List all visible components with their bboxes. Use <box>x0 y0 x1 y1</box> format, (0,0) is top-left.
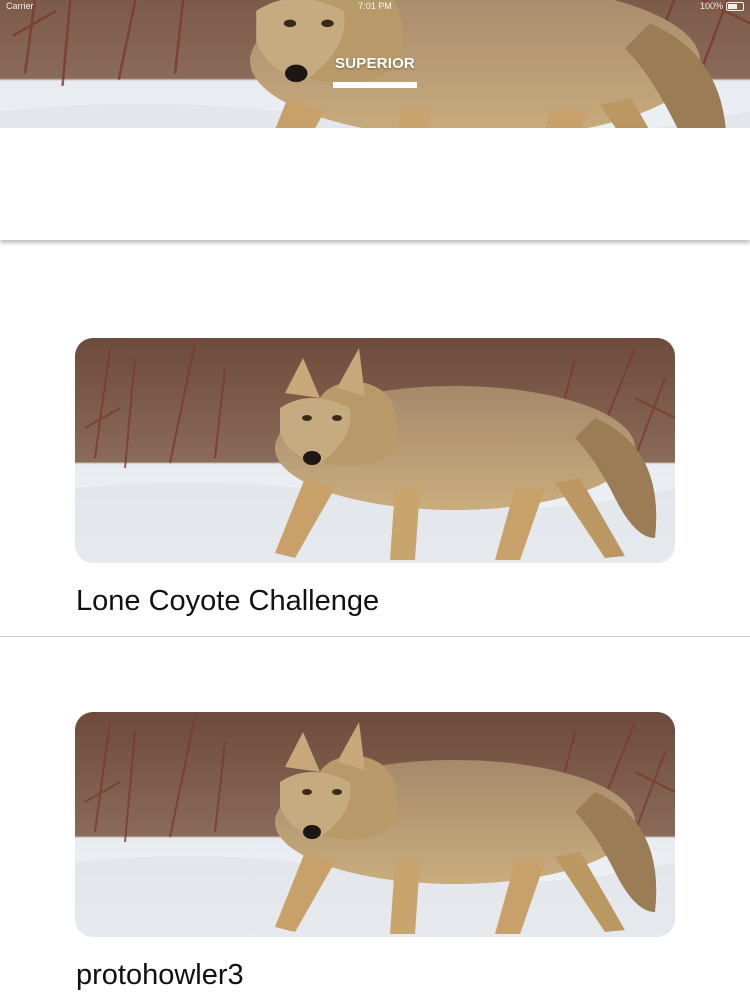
list-divider <box>0 636 750 637</box>
challenge-title[interactable]: protohowler3 <box>76 959 244 992</box>
challenge-card[interactable]: Lone Coyote Challenge <box>0 338 750 636</box>
tab-superior[interactable]: SUPERIOR <box>333 55 417 91</box>
coyote-photo-icon <box>75 712 675 937</box>
battery-percent: 100% <box>699 1 723 11</box>
status-time: 7:01 PM <box>358 1 392 11</box>
header: Carrier 7:01 PM 100% SUPERIOR <box>0 0 750 128</box>
battery-indicator: 100% <box>700 1 744 11</box>
status-bar: Carrier 7:01 PM 100% <box>0 0 750 14</box>
tab-superior-label: SUPERIOR <box>335 55 415 72</box>
battery-icon <box>726 1 744 11</box>
challenge-title[interactable]: Lone Coyote Challenge <box>76 585 379 618</box>
coyote-photo-icon <box>75 338 675 563</box>
tab-selected-indicator <box>333 82 417 88</box>
challenge-card[interactable]: protohowler3 <box>0 712 750 1000</box>
challenge-image[interactable] <box>75 338 675 563</box>
header-blank-band <box>0 128 750 240</box>
challenge-image[interactable] <box>75 712 675 937</box>
